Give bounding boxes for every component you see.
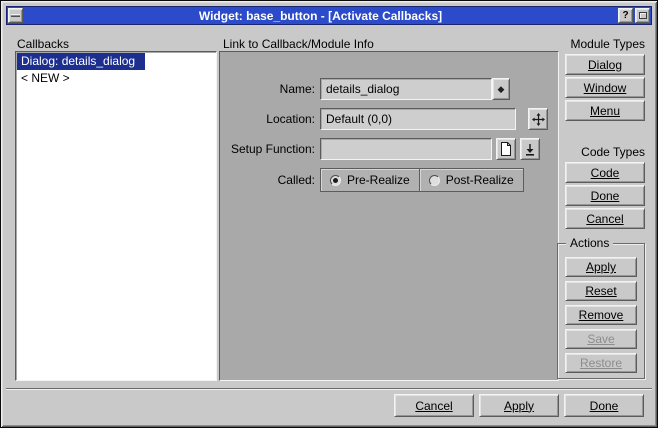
- called-row: Called: Pre-Realize Post-Realize: [220, 168, 558, 192]
- apply-action-button[interactable]: Apply: [565, 257, 637, 277]
- move-cross-icon: [532, 113, 545, 126]
- callbacks-label: Callbacks: [17, 37, 69, 51]
- help-icon: ?: [622, 10, 628, 21]
- button-label: Restore: [580, 356, 622, 370]
- window-menu-icon: [11, 14, 20, 17]
- location-label: Location:: [220, 112, 320, 126]
- actions-label: Actions: [566, 236, 613, 250]
- new-document-button[interactable]: [496, 138, 516, 160]
- button-label: Dialog: [588, 58, 622, 72]
- combo-arrow-icon: ◆: [498, 85, 505, 94]
- code-type-cancel-button[interactable]: Cancel: [565, 208, 645, 229]
- document-icon: [500, 142, 512, 156]
- titlebar[interactable]: Widget: base_button - [Activate Callback…: [6, 6, 652, 25]
- setup-function-label: Setup Function:: [220, 142, 320, 156]
- button-label: Save: [587, 332, 614, 346]
- restore-action-button: Restore: [565, 353, 637, 373]
- radio-post-realize-label: Post-Realize: [446, 173, 514, 187]
- radio-selected-icon: [330, 175, 341, 186]
- radio-pre-realize-label: Pre-Realize: [347, 173, 410, 187]
- name-combo: details_dialog ◆: [320, 78, 510, 100]
- pick-function-button[interactable]: [520, 138, 540, 160]
- window-title: Widget: base_button - [Activate Callback…: [24, 9, 617, 23]
- module-type-menu-button[interactable]: Menu: [565, 100, 645, 121]
- info-panel: Name: details_dialog ◆ Location: Default…: [219, 51, 559, 381]
- button-label: Remove: [579, 308, 624, 322]
- module-types-label: Module Types: [545, 37, 645, 51]
- name-input[interactable]: details_dialog: [320, 78, 492, 100]
- button-label: Done: [591, 189, 620, 203]
- location-input[interactable]: Default (0,0): [320, 108, 516, 130]
- button-label: Code: [591, 166, 620, 180]
- remove-action-button[interactable]: Remove: [565, 305, 637, 325]
- actions-group: Actions Apply Reset Remove Save Restore: [557, 243, 645, 379]
- code-type-done-button[interactable]: Done: [565, 185, 645, 206]
- radio-post-realize[interactable]: Post-Realize: [420, 168, 524, 192]
- apply-button[interactable]: Apply: [479, 394, 559, 417]
- reset-action-button[interactable]: Reset: [565, 281, 637, 301]
- button-label: Cancel: [415, 399, 452, 413]
- setup-function-input[interactable]: [320, 138, 492, 160]
- code-types-label: Code Types: [545, 145, 645, 159]
- name-combo-arrow-button[interactable]: ◆: [492, 78, 510, 100]
- cancel-button[interactable]: Cancel: [394, 394, 474, 417]
- called-label: Called:: [220, 173, 320, 187]
- called-radio-group: Pre-Realize Post-Realize: [320, 168, 524, 192]
- list-item-new[interactable]: < NEW >: [17, 70, 215, 87]
- setup-function-row: Setup Function:: [220, 138, 558, 160]
- radio-pre-realize[interactable]: Pre-Realize: [320, 168, 420, 192]
- callbacks-list[interactable]: Dialog: details_dialog < NEW >: [15, 51, 217, 381]
- info-label: Link to Callback/Module Info: [223, 37, 374, 51]
- radio-unselected-icon: [429, 175, 440, 186]
- button-label: Apply: [504, 399, 534, 413]
- name-label: Name:: [220, 82, 320, 96]
- module-type-dialog-button[interactable]: Dialog: [565, 54, 645, 75]
- location-move-button[interactable]: [528, 108, 548, 130]
- module-type-window-button[interactable]: Window: [565, 77, 645, 98]
- location-row: Location: Default (0,0): [220, 108, 558, 130]
- maximize-button[interactable]: [635, 8, 650, 23]
- button-label: Menu: [590, 104, 620, 118]
- done-button[interactable]: Done: [564, 394, 644, 417]
- button-label: Done: [590, 399, 619, 413]
- button-label: Cancel: [586, 212, 623, 226]
- name-row: Name: details_dialog ◆: [220, 78, 558, 100]
- window-menu-button[interactable]: [8, 8, 23, 23]
- footer-separator: [6, 388, 652, 390]
- code-type-code-button[interactable]: Code: [565, 162, 645, 183]
- button-label: Apply: [586, 260, 616, 274]
- button-label: Window: [584, 81, 627, 95]
- down-arrow-to-bar-icon: [524, 143, 536, 156]
- save-action-button: Save: [565, 329, 637, 349]
- maximize-icon: [639, 12, 647, 19]
- window: Widget: base_button - [Activate Callback…: [0, 0, 658, 428]
- list-item-dialog-details-dialog[interactable]: Dialog: details_dialog: [17, 53, 145, 70]
- help-button[interactable]: ?: [618, 8, 633, 23]
- button-label: Reset: [585, 284, 616, 298]
